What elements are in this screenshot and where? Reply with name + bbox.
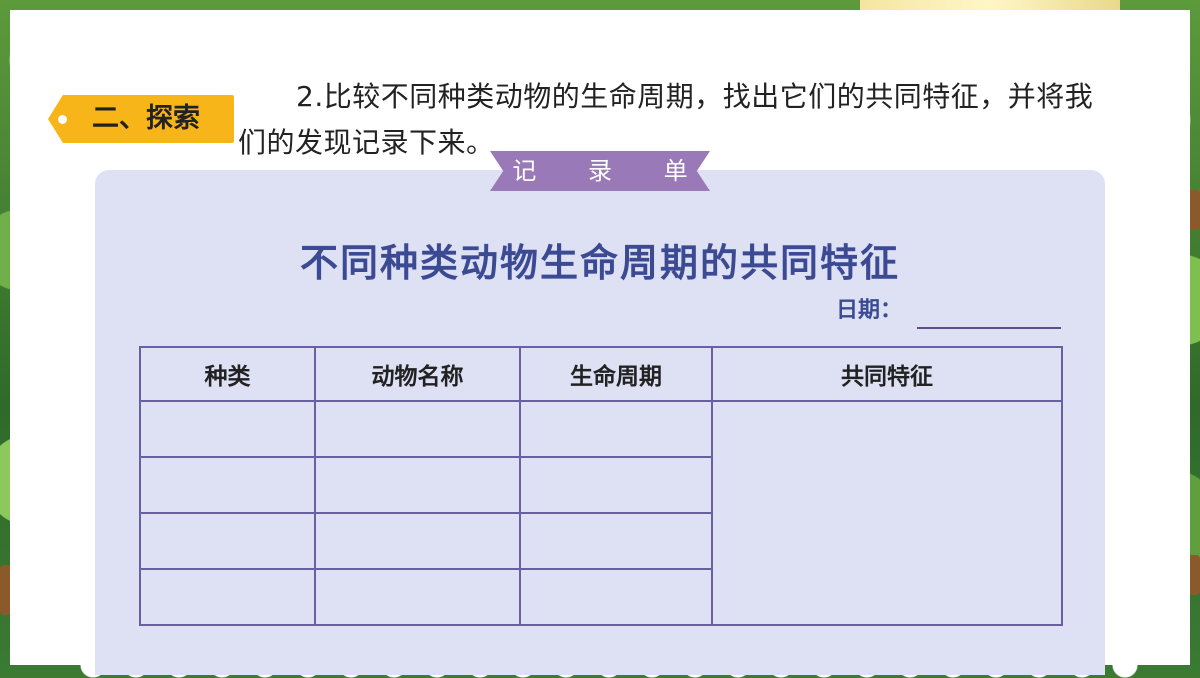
life-cycle-cell[interactable]	[519, 568, 713, 626]
animal-name-cell[interactable]	[314, 512, 521, 570]
date-input-line[interactable]	[917, 327, 1061, 329]
header-category: 种类	[139, 346, 316, 402]
record-table: 种类 动物名称 生命周期 共同特征	[139, 346, 1063, 626]
category-cell[interactable]	[139, 400, 316, 458]
life-cycle-cell[interactable]	[519, 512, 713, 570]
animal-name-cell[interactable]	[314, 456, 521, 514]
tag-hole-icon	[58, 115, 67, 124]
life-cycle-cell[interactable]	[519, 456, 713, 514]
animal-name-cell[interactable]	[314, 400, 521, 458]
date-label: 日期：	[836, 298, 903, 323]
category-cell[interactable]	[139, 568, 316, 626]
animal-name-cell[interactable]	[314, 568, 521, 626]
header-common-features: 共同特征	[711, 346, 1063, 402]
category-cell[interactable]	[139, 512, 316, 570]
record-ribbon-label: 记 录 单	[512, 157, 710, 185]
section-tag-label: 二、探索	[92, 103, 200, 134]
category-cell[interactable]	[139, 456, 316, 514]
header-life-cycle: 生命周期	[519, 346, 713, 402]
table-row	[139, 400, 1063, 626]
header-animal-name: 动物名称	[314, 346, 521, 402]
table-header-row: 种类 动物名称 生命周期 共同特征	[139, 346, 1063, 402]
common-features-cell[interactable]	[711, 400, 1063, 626]
life-cycle-cell[interactable]	[519, 400, 713, 458]
record-card-title: 不同种类动物生命周期的共同特征	[299, 240, 900, 285]
